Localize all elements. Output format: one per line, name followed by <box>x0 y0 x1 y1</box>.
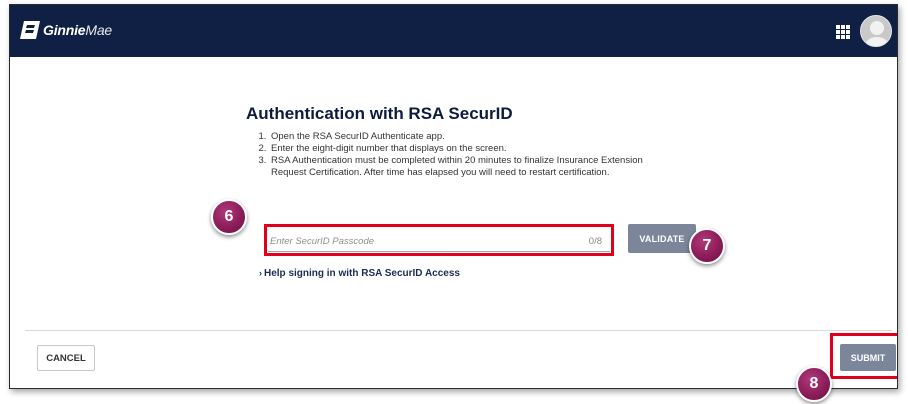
user-avatar[interactable] <box>860 15 892 47</box>
passcode-highlight: 0/8 <box>264 224 614 256</box>
top-navbar: GinnieMae <box>10 5 897 57</box>
ginnie-mae-logo[interactable]: GinnieMae <box>20 20 112 40</box>
securid-passcode-input[interactable] <box>270 233 560 249</box>
instruction-step: Open the RSA SecurID Authenticate app. <box>269 131 667 143</box>
instruction-step: Enter the eight-digit number that displa… <box>269 143 667 155</box>
instructions-list: Open the RSA SecurID Authenticate app. E… <box>257 131 667 179</box>
callout-marker-8: 8 <box>796 366 832 402</box>
user-silhouette-icon <box>865 21 889 46</box>
validate-button[interactable]: VALIDATE <box>628 224 696 253</box>
chevron-right-icon: › <box>259 268 262 278</box>
help-link[interactable]: › Help signing in with RSA SecurID Access <box>259 268 460 279</box>
page-title: Authentication with RSA SecurID <box>246 104 513 123</box>
instruction-step: RSA Authentication must be completed wit… <box>269 155 667 179</box>
cancel-button[interactable]: CANCEL <box>37 345 95 371</box>
callout-marker-7: 7 <box>689 228 725 264</box>
passcode-char-counter: 0/8 <box>588 236 602 247</box>
help-link-label: Help signing in with RSA SecurID Access <box>264 268 460 279</box>
submit-highlight: SUBMIT <box>830 333 897 379</box>
callout-marker-6: 6 <box>211 199 247 235</box>
brand-name: GinnieMae <box>43 22 112 38</box>
footer-divider <box>25 330 892 331</box>
ginnie-mae-logo-icon <box>20 21 40 39</box>
grid-apps-icon[interactable] <box>836 25 850 39</box>
submit-button[interactable]: SUBMIT <box>840 344 896 371</box>
app-window: GinnieMae Authentication with RSA SecurI… <box>9 4 898 389</box>
passcode-field: 0/8 <box>268 228 610 252</box>
